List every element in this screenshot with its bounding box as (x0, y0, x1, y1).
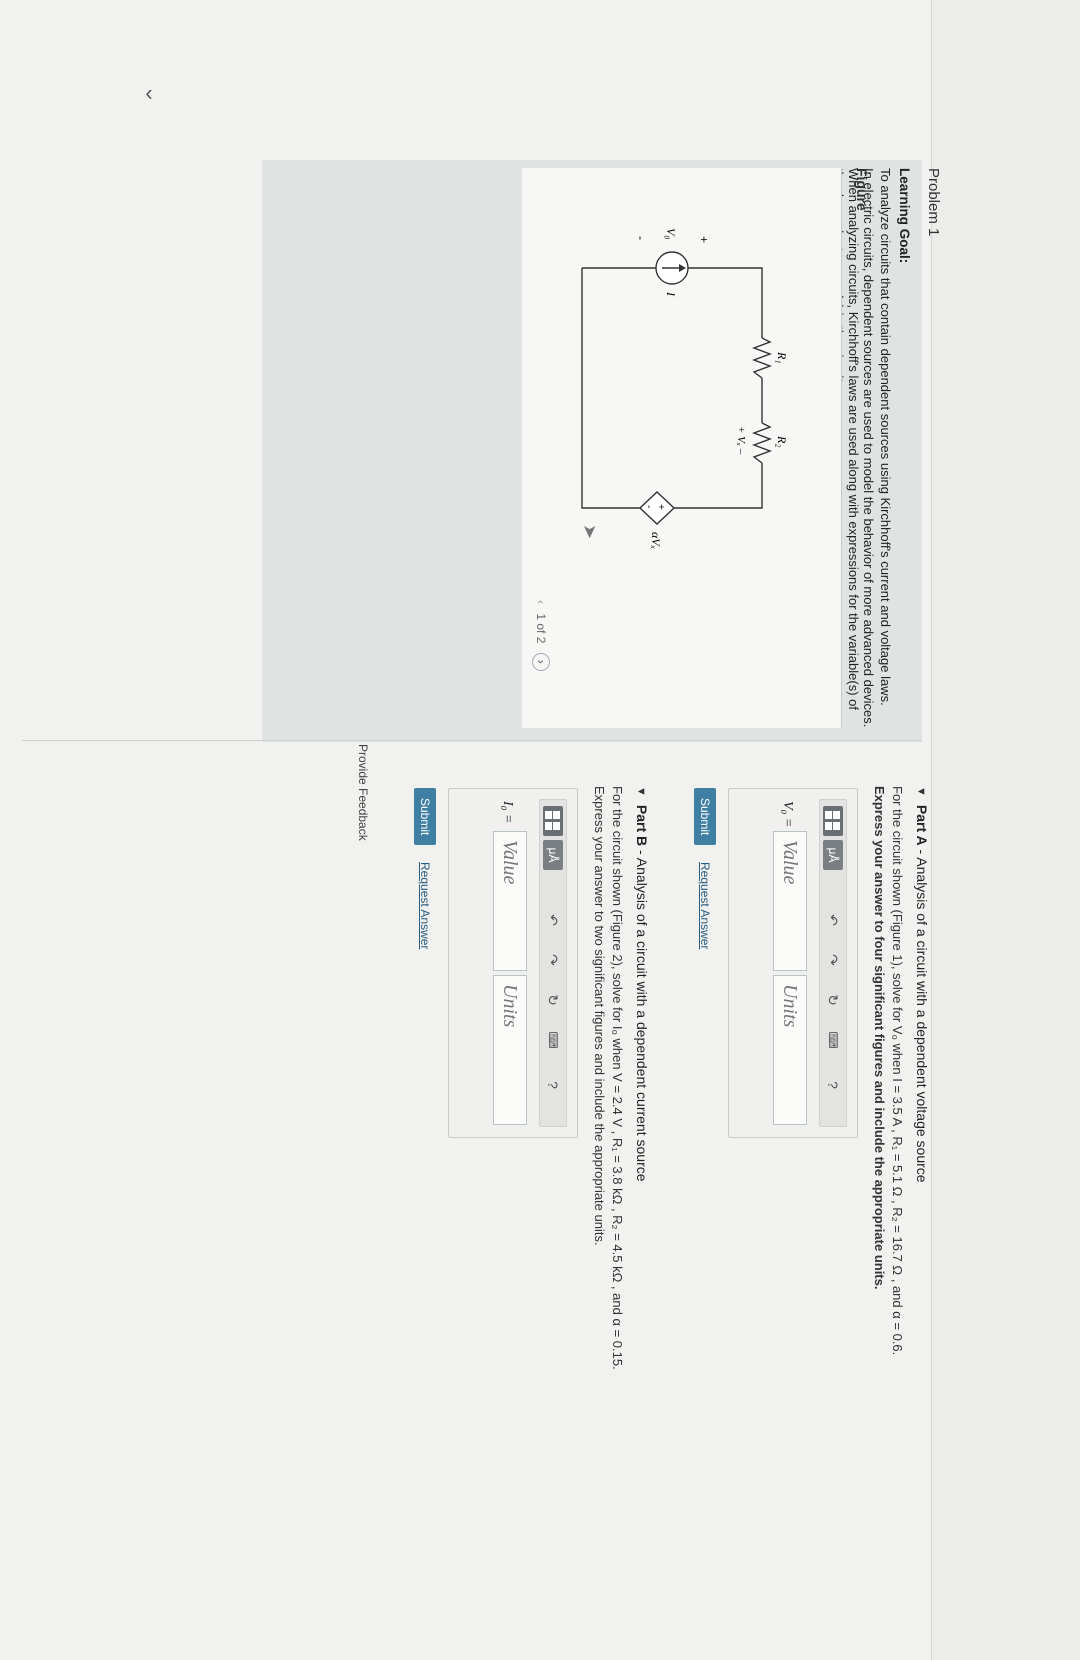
redo-icon[interactable]: ↷ (543, 950, 563, 970)
reset-icon[interactable]: ↻ (543, 990, 563, 1010)
part-a-submit-button[interactable]: Submit (694, 788, 716, 846)
templates-icon[interactable] (543, 806, 563, 836)
collapse-triangle-icon[interactable]: ▼ (915, 786, 927, 797)
part-b-heading: - Analysis of a circuit with a dependent… (634, 846, 650, 1182)
provide-feedback-link[interactable]: Provide Feedback (356, 744, 370, 841)
redo-icon[interactable]: ↷ (823, 950, 843, 970)
collapse-triangle-icon[interactable]: ▼ (635, 786, 647, 797)
figure-frame (522, 168, 842, 728)
part-a-units-input[interactable] (773, 975, 807, 1125)
part-b-instruction: Express your answer to two significant f… (592, 786, 607, 1246)
undo-icon[interactable]: ↶ (823, 910, 843, 930)
part-a-variable: V₀ = (780, 801, 795, 828)
units-icon[interactable]: μÅ (543, 840, 563, 870)
part-a-description: For the circuit shown (Figure 1), solve … (890, 786, 905, 1356)
pager-text: 1 of 2 (534, 613, 548, 644)
figure-pager: ‹ 1 of 2 › (532, 600, 550, 671)
figure-title: Figure (854, 168, 870, 211)
minus-label: - (634, 236, 648, 240)
minus-label: - (643, 505, 654, 508)
part-b-submit-button[interactable]: Submit (414, 788, 436, 846)
help-icon[interactable]: ? (543, 1075, 563, 1095)
keyboard-icon[interactable]: ⌨ (823, 1030, 843, 1050)
part-b-variable: I₀ = (500, 801, 515, 824)
math-toolbar: μÅ ↶ ↷ ↻ ⌨ ? (819, 799, 847, 1127)
units-icon[interactable]: μÅ (823, 840, 843, 870)
r2-label: R₂ (775, 435, 789, 448)
templates-icon[interactable] (823, 806, 843, 836)
part-b: ▼ Part B - Analysis of a circuit with a d… (592, 786, 650, 1646)
part-b-units-input[interactable] (493, 975, 527, 1125)
plus-label: + (655, 504, 666, 510)
plus-label: + (697, 236, 711, 243)
circuit-figure: R₁ R₂ + Vₓ – I + V₀ - + - αVₓ (522, 168, 842, 728)
header-strip (931, 0, 1080, 1660)
learning-goal-text: To analyze circuits that contain depende… (878, 168, 893, 706)
part-b-request-answer-link[interactable]: Request Answer (418, 862, 432, 949)
part-a-title[interactable]: ▼ Part A - Analysis of a circuit with a d… (914, 786, 930, 1646)
chevron-right-icon[interactable]: › (145, 83, 152, 109)
part-a-prefix: Part A (914, 804, 930, 846)
reset-icon[interactable]: ↻ (823, 990, 843, 1010)
math-toolbar: μÅ ↶ ↷ ↻ ⌨ ? (539, 799, 567, 1127)
part-a-instruction: Express your answer to four significant … (872, 786, 887, 1290)
part-b-description: For the circuit shown (Figure 2), solve … (610, 786, 625, 1370)
part-a-value-input[interactable] (773, 831, 807, 971)
part-a: ▼ Part A - Analysis of a circuit with a d… (872, 786, 930, 1646)
mouse-cursor-icon: ➤ (580, 524, 600, 540)
undo-icon[interactable]: ↶ (543, 910, 563, 930)
pager-next-icon[interactable]: › (532, 652, 550, 671)
page: Problem 1 › Learning Goal: To analyze ci… (0, 0, 1080, 1660)
dep-source-label: αVₓ (649, 532, 663, 549)
part-a-heading: - Analysis of a circuit with a dependent… (914, 845, 930, 1183)
keyboard-icon[interactable]: ⌨ (543, 1030, 563, 1050)
part-b-title[interactable]: ▼ Part B - Analysis of a circuit with a d… (634, 786, 650, 1646)
part-a-answer-box: μÅ ↶ ↷ ↻ ⌨ ? V₀ = (728, 788, 858, 1138)
pager-prev-icon[interactable]: ‹ (534, 600, 548, 604)
column-divider (22, 740, 922, 741)
problem-title: Problem 1 (925, 168, 942, 237)
part-b-value-input[interactable] (493, 831, 527, 971)
help-icon[interactable]: ? (823, 1075, 843, 1095)
vx-label: + Vₓ – (735, 426, 747, 455)
part-b-prefix: Part B (634, 804, 650, 847)
part-a-request-answer-link[interactable]: Request Answer (698, 862, 712, 949)
v0-label: V₀ (664, 228, 678, 240)
learning-goal-label: Learning Goal: (897, 168, 912, 264)
part-b-answer-box: μÅ ↶ ↷ ↻ ⌨ ? I₀ = (448, 788, 578, 1138)
r1-label: R₁ (775, 351, 789, 364)
